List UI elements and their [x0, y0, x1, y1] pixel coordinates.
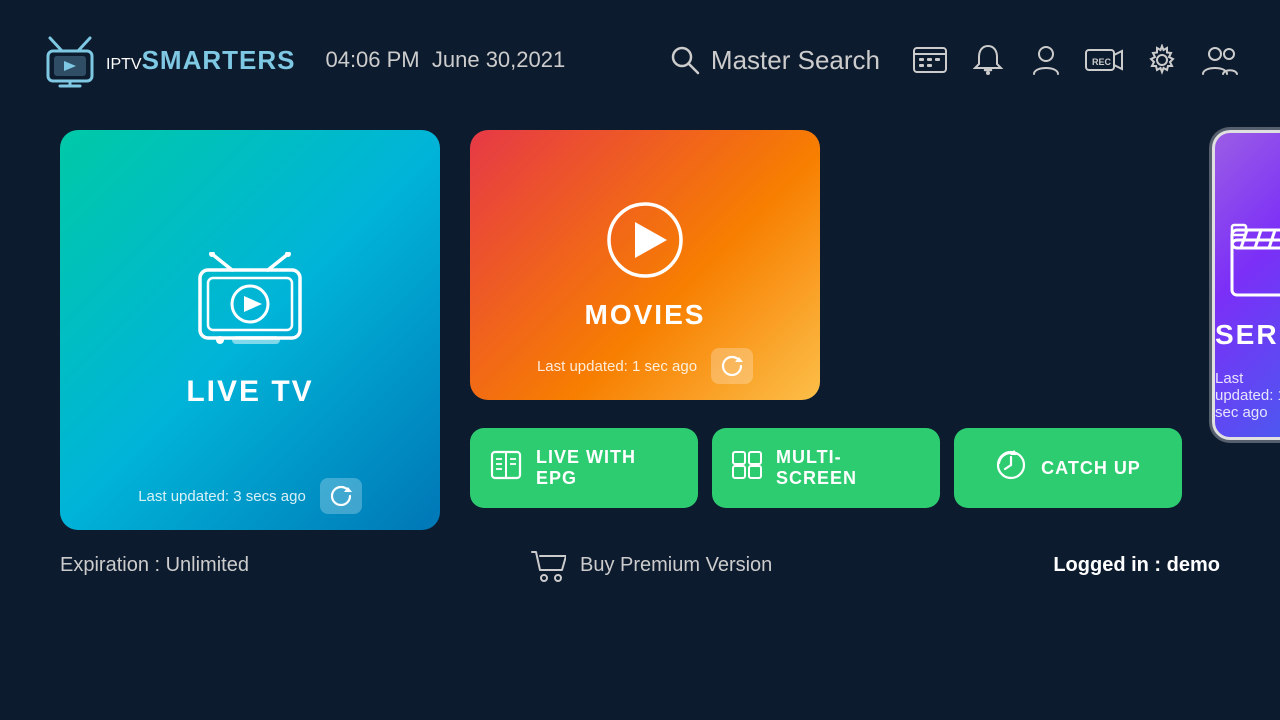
record-button[interactable]: REC — [1084, 40, 1124, 80]
schedule-icon — [912, 44, 948, 76]
catch-up-button[interactable]: CATCH UP — [954, 428, 1182, 508]
multi-screen-label: MULTI-SCREEN — [776, 447, 920, 489]
movies-footer: Last updated: 1 sec ago — [470, 348, 820, 384]
bottom-buttons: LIVE WITH EPG MULTI-SCREEN — [470, 428, 1182, 508]
buy-premium-button[interactable]: Buy Premium Version — [530, 548, 772, 582]
record-icon: REC — [1084, 44, 1124, 76]
clock-rewind-icon — [995, 449, 1027, 481]
grid-icon — [732, 451, 762, 479]
multiuser-button[interactable] — [1200, 40, 1240, 80]
movies-icon — [605, 200, 685, 285]
header-icons: REC — [910, 40, 1240, 80]
epg-icon-button[interactable] — [910, 40, 950, 80]
footer: Expiration : Unlimited Buy Premium Versi… — [0, 530, 1280, 582]
bell-icon — [973, 44, 1003, 76]
movies-refresh-button[interactable] — [711, 348, 753, 384]
search-button[interactable]: Master Search — [669, 44, 880, 76]
logo-area: IPTVSMARTERS — [40, 33, 295, 88]
multi-screen-button[interactable]: MULTI-SCREEN — [712, 428, 940, 508]
cards-row: LIVE TV Last updated: 3 secs ago — [60, 130, 1220, 530]
refresh-icon — [721, 355, 743, 377]
catch-up-icon — [995, 449, 1027, 488]
series-footer: Last updated: 1 sec ago — [1215, 370, 1280, 421]
mid-col: MOVIES Last updated: 1 sec ago — [470, 130, 1182, 508]
notifications-button[interactable] — [968, 40, 1008, 80]
live-tv-footer: Last updated: 3 secs ago — [60, 478, 440, 514]
series-icon — [1227, 220, 1280, 305]
live-with-epg-label: LIVE WITH EPG — [536, 447, 678, 489]
logo-icon — [40, 33, 100, 88]
multi-screen-icon — [732, 451, 762, 486]
catch-up-label: CATCH UP — [1041, 458, 1141, 479]
live-tv-icon — [190, 252, 310, 357]
expiration-label: Expiration : Unlimited — [60, 554, 249, 577]
series-card[interactable]: SERIES Last updated: 1 sec ago — [1212, 130, 1280, 440]
header: IPTVSMARTERS 04:06 PM June 30,2021 Maste… — [0, 0, 1280, 120]
live-with-epg-button[interactable]: LIVE WITH EPG — [470, 428, 698, 508]
buy-premium-label: Buy Premium Version — [580, 554, 772, 577]
series-label: SERIES — [1215, 319, 1280, 351]
user-icon — [1032, 44, 1060, 76]
settings-icon — [1146, 44, 1178, 76]
epg-btn-icon — [490, 450, 522, 487]
movies-card[interactable]: MOVIES Last updated: 1 sec ago — [470, 130, 820, 400]
multiuser-icon — [1201, 44, 1239, 76]
user-profile-button[interactable] — [1026, 40, 1066, 80]
logged-in-info: Logged in : demo — [1053, 554, 1220, 577]
svg-text:REC: REC — [1092, 57, 1112, 67]
live-tv-refresh-button[interactable] — [320, 478, 362, 514]
search-label: Master Search — [711, 45, 880, 76]
main-content: LIVE TV Last updated: 3 secs ago — [0, 120, 1280, 530]
search-icon — [669, 44, 701, 76]
datetime: 04:06 PM June 30,2021 — [325, 47, 565, 73]
movies-updated: Last updated: 1 sec ago — [537, 358, 697, 375]
settings-button[interactable] — [1142, 40, 1182, 80]
logo-text: IPTVSMARTERS — [106, 45, 295, 76]
refresh-icon — [330, 485, 352, 507]
cart-icon — [530, 548, 566, 582]
live-tv-card[interactable]: LIVE TV Last updated: 3 secs ago — [60, 130, 440, 530]
live-tv-label: LIVE TV — [186, 375, 313, 409]
book-icon — [490, 450, 522, 480]
series-updated: Last updated: 1 sec ago — [1215, 370, 1280, 421]
live-tv-updated: Last updated: 3 secs ago — [138, 488, 306, 505]
logged-in-label: Logged in : — [1053, 554, 1166, 576]
movies-label: MOVIES — [585, 299, 706, 331]
logged-in-user: demo — [1167, 554, 1220, 576]
